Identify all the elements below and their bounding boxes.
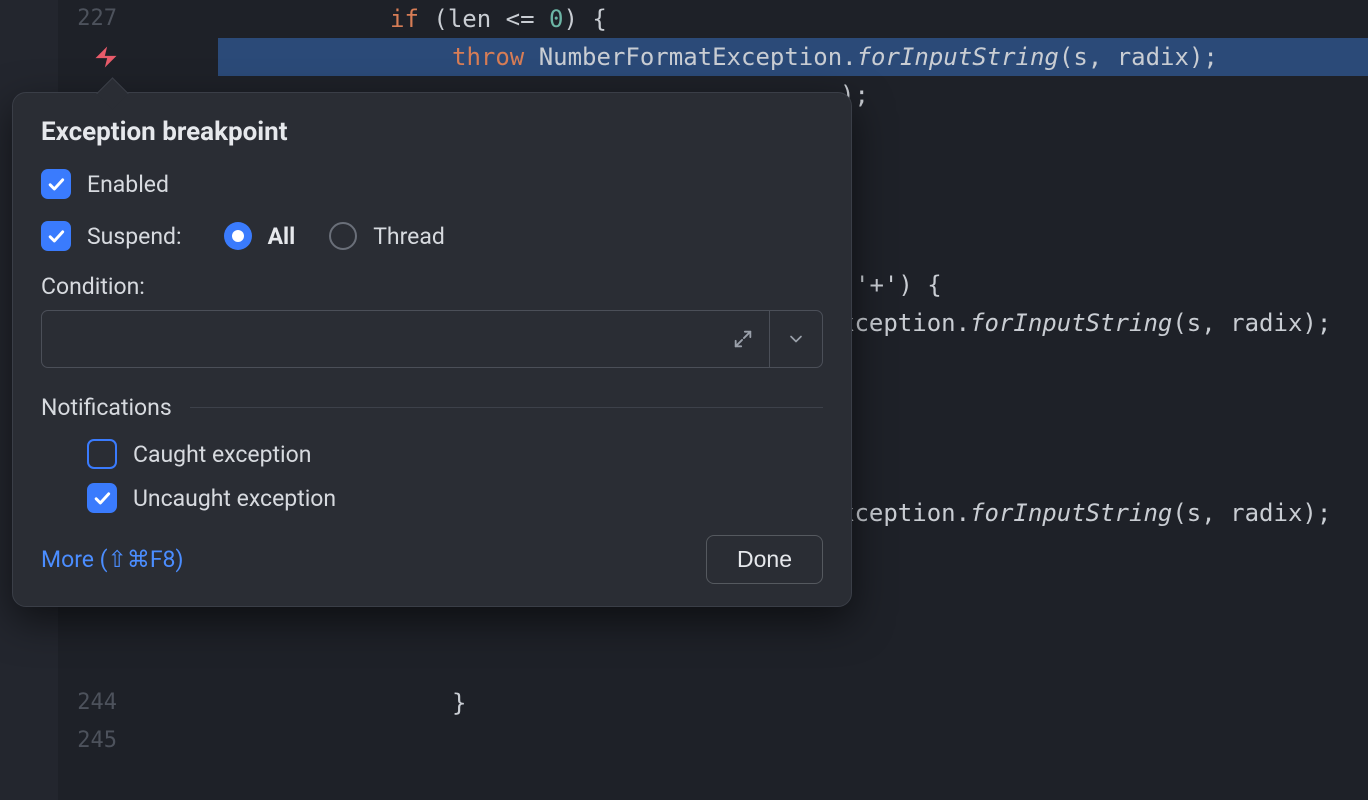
code-text: } xyxy=(452,684,466,722)
condition-label: Condition: xyxy=(41,273,823,300)
line-number: 227 xyxy=(0,0,125,38)
enabled-checkbox[interactable] xyxy=(41,169,71,199)
expand-condition-icon[interactable] xyxy=(717,311,769,367)
enabled-label: Enabled xyxy=(87,171,169,198)
suspend-checkbox[interactable] xyxy=(41,221,71,251)
condition-input[interactable] xyxy=(42,311,717,367)
code-text: if (len <= 0) { xyxy=(390,0,607,38)
caught-exception-label: Caught exception xyxy=(133,441,311,468)
divider xyxy=(190,407,823,408)
code-text: xception.forInputString(s, radix); xyxy=(840,494,1331,532)
done-button[interactable]: Done xyxy=(706,535,823,584)
caught-exception-checkbox[interactable] xyxy=(87,439,117,469)
uncaught-exception-label: Uncaught exception xyxy=(133,485,336,512)
suspend-all-radio[interactable] xyxy=(224,222,252,250)
code-line: 244} xyxy=(0,684,1368,722)
caught-exception-row: Caught exception xyxy=(87,439,823,469)
popover-title: Exception breakpoint xyxy=(41,117,823,147)
suspend-label: Suspend: xyxy=(87,223,182,250)
code-line: 227 if (len <= 0) { xyxy=(0,0,1368,38)
condition-field-wrapper xyxy=(41,310,823,368)
code-line xyxy=(0,646,1368,684)
code-line: 245 xyxy=(0,722,1368,760)
notifications-label: Notifications xyxy=(41,394,172,421)
line-number: 245 xyxy=(0,722,125,760)
chevron-down-icon[interactable] xyxy=(770,311,822,367)
uncaught-exception-row: Uncaught exception xyxy=(87,483,823,513)
more-breakpoints-link[interactable]: More (⇧⌘F8) xyxy=(41,546,183,573)
uncaught-exception-checkbox[interactable] xyxy=(87,483,117,513)
code-text: throw NumberFormatException.forInputStri… xyxy=(452,38,1218,76)
exception-breakpoint-icon[interactable] xyxy=(86,38,126,76)
suspend-row: Suspend: All Thread xyxy=(41,221,823,251)
line-number: 244 xyxy=(0,684,125,722)
suspend-thread-label: Thread xyxy=(373,223,445,250)
exception-breakpoint-popover: Exception breakpoint Enabled Suspend: Al… xyxy=(12,92,852,607)
suspend-thread-radio[interactable] xyxy=(329,222,357,250)
code-text: '+') { xyxy=(855,266,942,304)
code-line: throw NumberFormatException.forInputStri… xyxy=(0,38,1368,76)
code-text: xception.forInputString(s, radix); xyxy=(840,304,1331,342)
notifications-header: Notifications xyxy=(41,394,823,421)
enabled-row: Enabled xyxy=(41,169,823,199)
suspend-all-label: All xyxy=(268,223,296,250)
code-line xyxy=(0,608,1368,646)
